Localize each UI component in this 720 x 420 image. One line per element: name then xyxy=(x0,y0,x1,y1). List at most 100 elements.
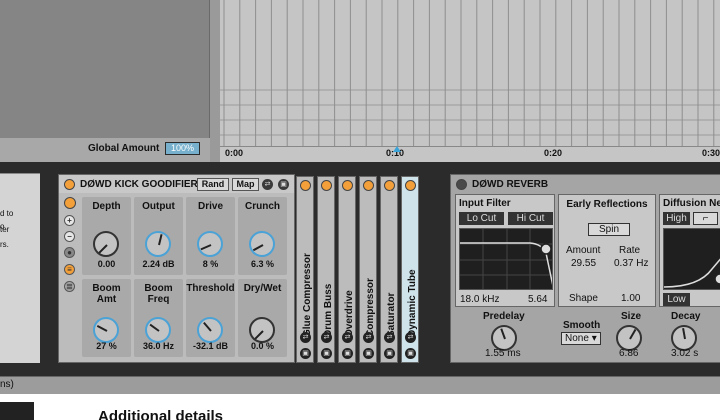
macro-value[interactable]: 6.3 % xyxy=(238,259,287,269)
macro-value[interactable]: 8 % xyxy=(186,259,235,269)
macro-name: Boom Amt xyxy=(92,283,121,305)
macro-value[interactable]: -32.1 dB xyxy=(186,341,235,351)
macro-value[interactable]: 0.0 % xyxy=(238,341,287,351)
hot-swap-icon[interactable]: ⇄ xyxy=(363,332,374,343)
predelay-label: Predelay xyxy=(483,311,525,322)
macro-value[interactable]: 27 % xyxy=(82,341,131,351)
save-preset-icon[interactable]: ▣ xyxy=(321,348,332,359)
knob-needle xyxy=(98,244,108,254)
chain-device-strip[interactable]: Compressor ⇄ ▣ xyxy=(359,176,377,363)
filter-freq-value[interactable]: 18.0 kHz xyxy=(460,294,499,305)
filter-q-value[interactable]: 5.64 xyxy=(528,294,547,305)
map-button[interactable]: Map xyxy=(232,178,259,191)
rand-button[interactable]: Rand xyxy=(197,178,229,191)
macro-settings-icon[interactable]: ● xyxy=(64,247,75,258)
rack-title: DØWD KICK GOODIFIER xyxy=(80,179,198,190)
macro-8: Dry/Wet 0.0 % xyxy=(238,279,287,357)
reverb-power-button[interactable] xyxy=(456,179,467,190)
macro-knob[interactable] xyxy=(145,317,171,343)
chain-device-strip[interactable]: Saturator ⇄ ▣ xyxy=(380,176,398,363)
rate-label: Rate xyxy=(619,245,641,256)
page-sidebar-block xyxy=(0,402,34,420)
show-macros-icon[interactable]: ≡ xyxy=(64,264,75,275)
reverb-title: DØWD REVERB xyxy=(472,179,549,190)
save-preset-icon[interactable]: ▣ xyxy=(363,348,374,359)
macro-knob[interactable] xyxy=(249,231,275,257)
input-filter-title: Input Filter xyxy=(459,198,511,209)
macro-6: Boom Freq 36.0 Hz xyxy=(134,279,183,357)
shape-value[interactable]: 1.00 xyxy=(621,293,640,304)
macro-knob[interactable] xyxy=(93,231,119,257)
hi-cut-button[interactable]: Hi Cut xyxy=(508,212,553,225)
save-preset-icon[interactable]: ▣ xyxy=(405,348,416,359)
macro-value[interactable]: 0.00 xyxy=(82,259,131,269)
chain-device-name: Compressor xyxy=(365,278,376,337)
hot-swap-icon[interactable]: ⇄ xyxy=(321,332,332,343)
chain-device-strip[interactable]: Dynamic Tube ⇄ ▣ xyxy=(401,176,419,363)
macro-name: Boom Freq xyxy=(144,283,173,305)
macro-knob[interactable] xyxy=(197,317,223,343)
macro-knob[interactable] xyxy=(93,317,119,343)
info-text-line: rs. xyxy=(0,240,9,249)
info-text-line: d to xyxy=(0,209,14,218)
smooth-value: None xyxy=(565,333,589,344)
shelf-type-icon[interactable]: ⌐ xyxy=(693,212,718,225)
macro-name: Dry/Wet xyxy=(243,283,282,294)
ruler-mark: 0:30 xyxy=(702,148,720,158)
macro-3: Drive 8 % xyxy=(186,197,235,275)
amount-value[interactable]: 29.55 xyxy=(571,258,596,269)
chain-device-strip[interactable]: Overdrive ⇄ ▣ xyxy=(338,176,356,363)
smooth-dropdown[interactable]: None ▾ xyxy=(561,332,601,345)
spin-button[interactable]: Spin xyxy=(588,223,630,236)
hot-swap-icon[interactable]: ⇄ xyxy=(384,332,395,343)
add-variation-icon[interactable]: + xyxy=(64,215,75,226)
diffusion-graph[interactable] xyxy=(663,228,720,290)
macro-knob[interactable] xyxy=(145,231,171,257)
device-power-button[interactable] xyxy=(64,179,75,190)
hot-swap-icon[interactable]: ⇄ xyxy=(342,332,353,343)
chevron-down-icon: ▾ xyxy=(591,333,597,344)
show-chains-icon[interactable]: ≣ xyxy=(64,281,75,292)
envelope-timeline[interactable] xyxy=(220,0,720,146)
hot-swap-icon[interactable]: ⇄ xyxy=(300,332,311,343)
low-shelf-button[interactable]: Low xyxy=(663,293,690,306)
decay-value[interactable]: 3.02 s xyxy=(671,348,698,359)
macro-knob[interactable] xyxy=(197,231,223,257)
smooth-label: Smooth xyxy=(563,320,601,331)
rate-value[interactable]: 0.37 Hz xyxy=(614,258,648,269)
input-filter-section: Input Filter Lo Cut Hi Cut 18.0 kHz 5.64 xyxy=(455,194,555,307)
remove-variation-icon[interactable]: − xyxy=(64,231,75,242)
macro-knob[interactable] xyxy=(249,317,275,343)
chain-device-strip[interactable]: Drum Buss ⇄ ▣ xyxy=(317,176,335,363)
size-value[interactable]: 6.86 xyxy=(619,348,638,359)
hot-swap-icon[interactable]: ⇄ xyxy=(262,179,273,190)
info-panel-clipped xyxy=(0,173,40,363)
macro-randomize-icon[interactable] xyxy=(64,197,76,209)
save-preset-icon[interactable]: ▣ xyxy=(278,179,289,190)
splitter[interactable] xyxy=(210,0,220,162)
knob-needle xyxy=(203,321,212,332)
save-preset-icon[interactable]: ▣ xyxy=(300,348,311,359)
knob-needle xyxy=(254,330,264,340)
macro-value[interactable]: 36.0 Hz xyxy=(134,341,183,351)
shape-label: Shape xyxy=(569,293,598,304)
lo-cut-button[interactable]: Lo Cut xyxy=(459,212,504,225)
high-shelf-button[interactable]: High xyxy=(663,212,690,225)
macro-name: Output xyxy=(142,201,175,212)
chain-device-strip[interactable]: Glue Compressor ⇄ ▣ xyxy=(296,176,314,363)
save-preset-icon[interactable]: ▣ xyxy=(342,348,353,359)
filter-response-graph[interactable] xyxy=(459,228,553,290)
knob-needle xyxy=(200,244,212,251)
macro-2: Output 2.24 dB xyxy=(134,197,183,275)
save-preset-icon[interactable]: ▣ xyxy=(384,348,395,359)
time-ruler[interactable] xyxy=(220,146,720,162)
macro-name: Drive xyxy=(197,201,223,212)
predelay-value[interactable]: 1.55 ms xyxy=(485,348,521,359)
early-reflections-title: Early Reflections xyxy=(566,199,648,210)
early-reflections-section: Early Reflections Spin Amount Rate 29.55… xyxy=(558,194,656,307)
clip-view-panel xyxy=(0,0,210,138)
global-amount-field[interactable]: 100% xyxy=(165,142,200,155)
macro-value[interactable]: 2.24 dB xyxy=(134,259,183,269)
macro-5: Boom Amt 27 % xyxy=(82,279,131,357)
hot-swap-icon[interactable]: ⇄ xyxy=(405,332,416,343)
